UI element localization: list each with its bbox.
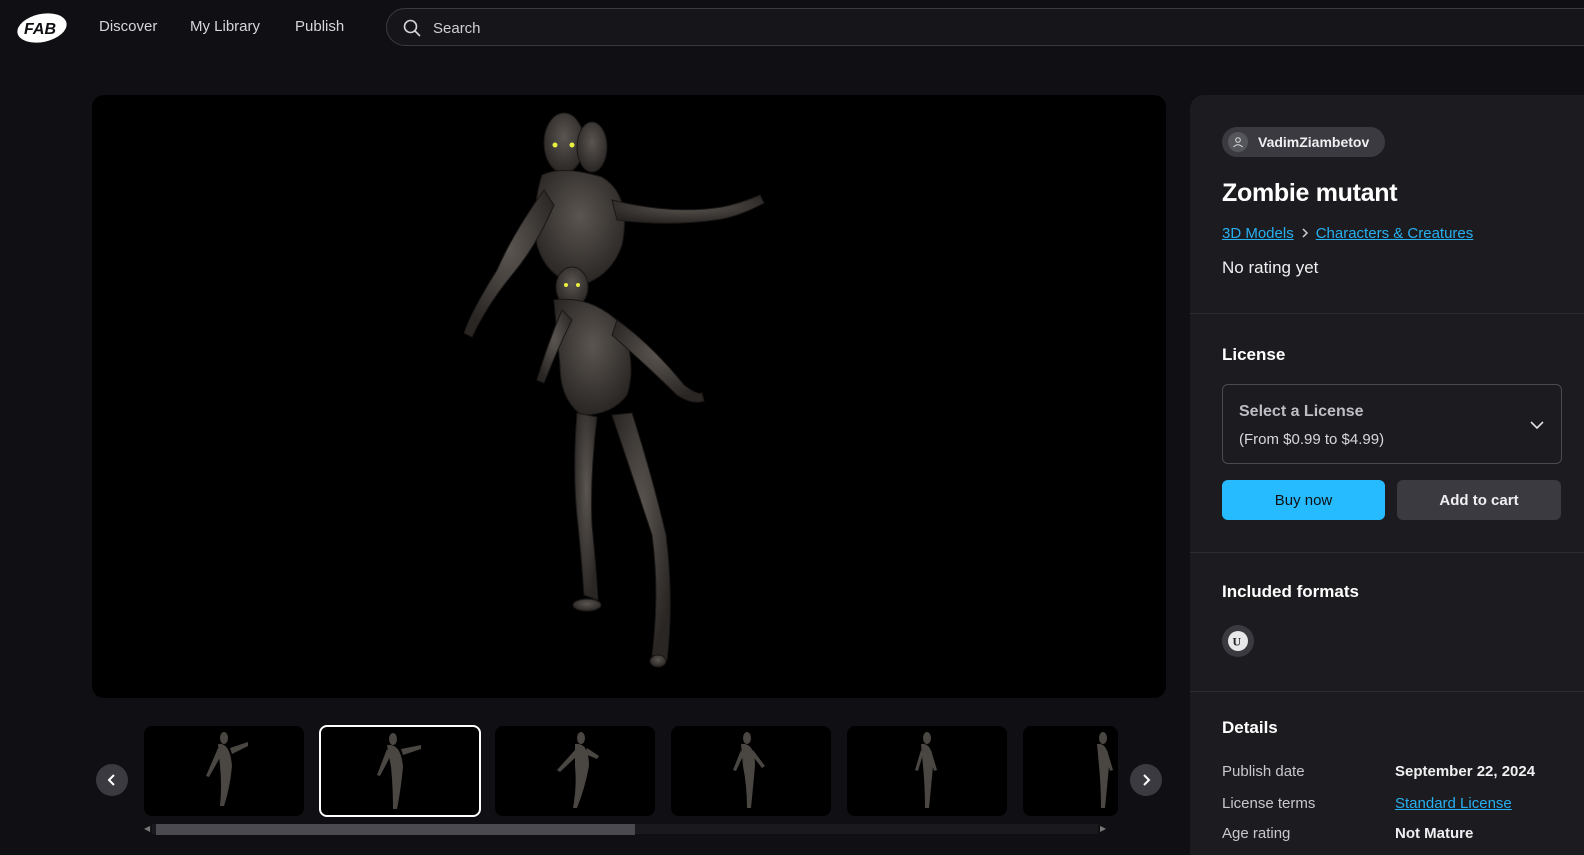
scroll-left-icon[interactable]: ◀ bbox=[144, 824, 150, 833]
license-price-range: (From $0.99 to $4.99) bbox=[1239, 431, 1385, 448]
fab-logo[interactable]: FAB bbox=[16, 12, 68, 44]
search-bar[interactable] bbox=[386, 8, 1584, 46]
search-icon bbox=[403, 19, 421, 37]
divider bbox=[1190, 552, 1584, 553]
scroll-right-icon[interactable]: ▶ bbox=[1100, 824, 1106, 833]
detail-label-license-terms: License terms bbox=[1222, 795, 1316, 812]
svg-text:FAB: FAB bbox=[24, 21, 56, 38]
license-heading: License bbox=[1222, 345, 1286, 364]
thumbnail[interactable] bbox=[319, 725, 481, 817]
license-select-title: Select a License bbox=[1239, 403, 1364, 420]
chevron-right-icon bbox=[1143, 774, 1151, 786]
product-panel: VadimZiambetov Zombie mutant 3D Models Ch… bbox=[1190, 95, 1584, 855]
thumbnail-image bbox=[1097, 732, 1113, 808]
divider bbox=[1190, 313, 1584, 314]
scrollbar-thumb[interactable] bbox=[156, 824, 635, 835]
buy-now-button[interactable]: Buy now bbox=[1222, 480, 1385, 520]
standard-license-link[interactable]: Standard License bbox=[1395, 795, 1512, 812]
thumbnail-scrollbar[interactable]: ◀ ▶ bbox=[144, 822, 1108, 835]
prev-thumbnail-button[interactable] bbox=[96, 764, 128, 796]
thumbnail-image bbox=[377, 733, 421, 809]
chevron-down-icon bbox=[1529, 417, 1545, 435]
seller-name: VadimZiambetov bbox=[1258, 134, 1370, 150]
nav-publish[interactable]: Publish bbox=[295, 18, 344, 35]
breadcrumb: 3D Models Characters & Creatures bbox=[1222, 225, 1473, 243]
breadcrumb-3d-models[interactable]: 3D Models bbox=[1222, 225, 1294, 242]
search-input[interactable] bbox=[431, 16, 1035, 40]
user-avatar-icon bbox=[1228, 132, 1248, 152]
thumbnail-image bbox=[915, 732, 937, 808]
breadcrumb-characters-creatures[interactable]: Characters & Creatures bbox=[1316, 225, 1474, 242]
detail-value-publish-date: September 22, 2024 bbox=[1395, 763, 1536, 780]
add-to-cart-button[interactable]: Add to cart bbox=[1397, 480, 1561, 520]
chevron-left-icon bbox=[107, 774, 115, 786]
details-heading: Details bbox=[1222, 718, 1278, 737]
next-thumbnail-button[interactable] bbox=[1130, 764, 1162, 796]
thumbnail-image bbox=[557, 732, 599, 808]
detail-value-license-terms: Standard License bbox=[1395, 795, 1512, 812]
chevron-right-icon bbox=[1300, 226, 1310, 243]
thumbnail-strip: ◀ ▶ bbox=[92, 722, 1166, 840]
license-select[interactable]: Select a License (From $0.99 to $4.99) bbox=[1222, 384, 1562, 464]
divider bbox=[1190, 691, 1584, 692]
model-viewer[interactable] bbox=[92, 95, 1166, 698]
product-title: Zombie mutant bbox=[1222, 179, 1398, 207]
thumbnail-image bbox=[733, 732, 765, 808]
formats-heading: Included formats bbox=[1222, 582, 1359, 601]
thumbnail[interactable] bbox=[671, 726, 831, 816]
thumbnail[interactable] bbox=[144, 726, 304, 816]
thumbnail[interactable] bbox=[495, 726, 655, 816]
thumbnail[interactable] bbox=[847, 726, 1007, 816]
detail-label-publish-date: Publish date bbox=[1222, 763, 1305, 780]
thumbnail[interactable] bbox=[1023, 726, 1118, 816]
detail-value-age-rating: Not Mature bbox=[1395, 825, 1474, 842]
top-nav: FAB Discover My Library Publish bbox=[0, 0, 1584, 56]
thumbnail-image bbox=[206, 732, 248, 806]
detail-label-age-rating: Age rating bbox=[1222, 825, 1291, 842]
nav-my-library[interactable]: My Library bbox=[190, 18, 260, 35]
unreal-engine-icon[interactable]: U bbox=[1222, 625, 1254, 657]
zombie-model-image bbox=[463, 112, 765, 668]
seller-chip[interactable]: VadimZiambetov bbox=[1222, 127, 1386, 157]
nav-discover[interactable]: Discover bbox=[99, 18, 157, 35]
rating-text: No rating yet bbox=[1222, 258, 1319, 277]
svg-text:U: U bbox=[1233, 635, 1242, 649]
